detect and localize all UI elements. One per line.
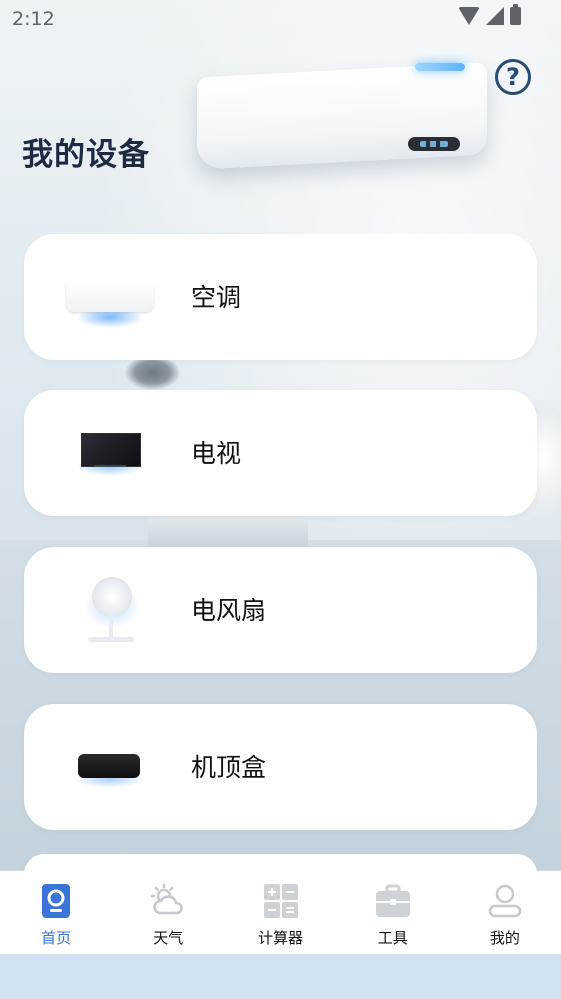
help-button[interactable]: ? bbox=[495, 59, 531, 95]
tab-home[interactable]: 首页 bbox=[0, 871, 112, 954]
background-stool bbox=[148, 515, 308, 547]
tab-tools[interactable]: 工具 bbox=[337, 871, 449, 954]
status-icons bbox=[458, 4, 521, 25]
calculator-icon bbox=[263, 884, 298, 918]
signal-icon bbox=[486, 7, 504, 25]
device-home-screen: 2:12 ? 我的设备 空调 电视 电风扇 机顶盒 首页 天气 计算器 工具 我… bbox=[0, 0, 561, 999]
tab-bar: 首页 天气 计算器 工具 我的 bbox=[0, 871, 561, 954]
device-name: 空调 bbox=[191, 283, 242, 312]
bottom-gesture-area bbox=[0, 954, 561, 999]
tab-label: 天气 bbox=[153, 929, 184, 947]
status-bar: 2:12 bbox=[0, 0, 561, 38]
battery-icon bbox=[510, 4, 521, 25]
tab-label: 首页 bbox=[41, 929, 72, 947]
device-card-tv[interactable]: 电视 bbox=[24, 390, 537, 516]
toolbox-icon bbox=[375, 884, 410, 917]
tab-profile[interactable]: 我的 bbox=[449, 871, 561, 954]
tv-icon bbox=[66, 418, 154, 488]
question-circle-icon: ? bbox=[506, 63, 520, 91]
set-top-box-icon bbox=[66, 732, 154, 802]
page-title: 我的设备 bbox=[22, 137, 150, 173]
profile-icon bbox=[488, 884, 522, 918]
device-card-air-conditioner[interactable]: 空调 bbox=[24, 234, 537, 360]
tab-label: 我的 bbox=[489, 929, 520, 947]
status-time: 2:12 bbox=[12, 8, 55, 30]
tab-label: 工具 bbox=[377, 929, 408, 947]
air-conditioner-icon bbox=[66, 262, 154, 332]
background-air-conditioner-light bbox=[415, 63, 465, 71]
device-name: 机顶盒 bbox=[191, 753, 267, 782]
weather-icon bbox=[151, 883, 184, 915]
tab-weather[interactable]: 天气 bbox=[112, 871, 224, 954]
device-card-fan[interactable]: 电风扇 bbox=[24, 547, 537, 673]
device-name: 电视 bbox=[191, 439, 242, 468]
background-air-conditioner bbox=[197, 62, 487, 170]
fan-icon bbox=[66, 575, 154, 645]
background-air-conditioner-display bbox=[408, 137, 460, 151]
device-name: 电风扇 bbox=[191, 596, 267, 625]
device-card-set-top-box[interactable]: 机顶盒 bbox=[24, 704, 537, 830]
tab-label: 计算器 bbox=[258, 929, 304, 947]
background-plant bbox=[125, 355, 180, 390]
wifi-icon bbox=[458, 7, 480, 25]
home-icon bbox=[42, 884, 71, 918]
tab-calculator[interactable]: 计算器 bbox=[224, 871, 336, 954]
